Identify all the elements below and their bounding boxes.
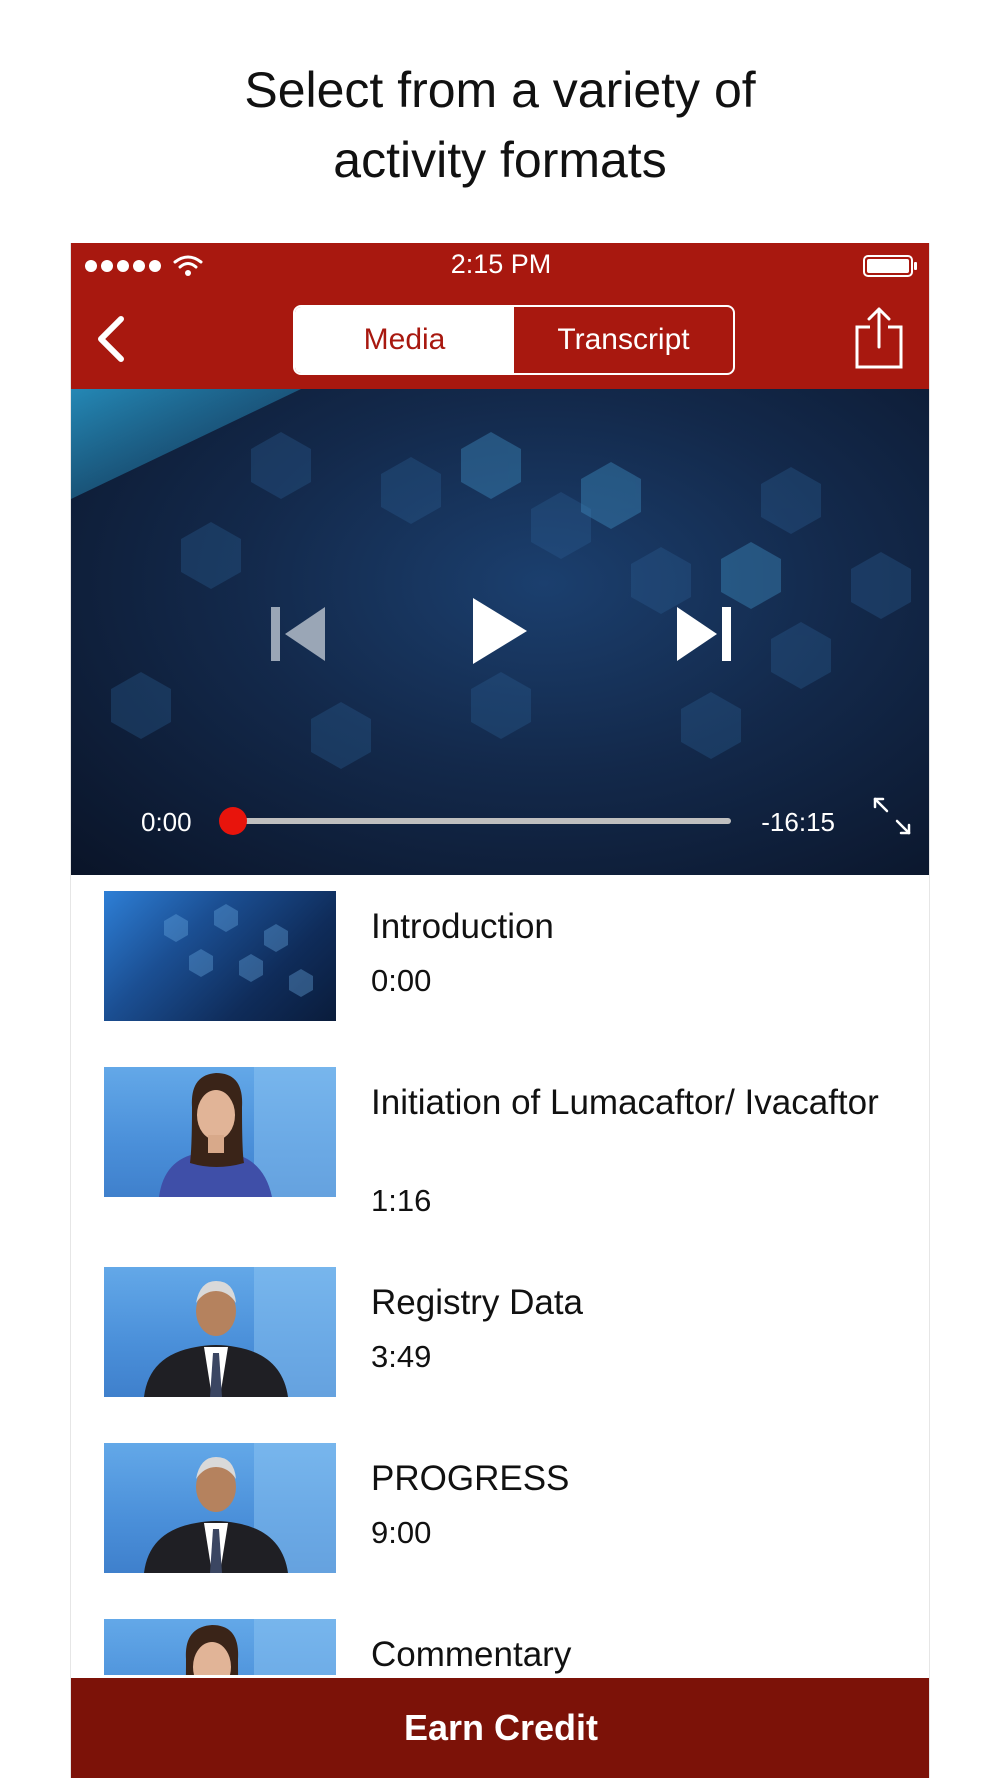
chapter-thumbnail bbox=[104, 1619, 336, 1675]
chevron-left-icon bbox=[98, 316, 124, 362]
status-time: 2:15 PM bbox=[450, 249, 552, 279]
earn-credit-button[interactable]: Earn Credit bbox=[71, 1678, 929, 1778]
nav-bar: Media Transcript bbox=[71, 289, 929, 389]
chapter-thumbnail bbox=[104, 1067, 336, 1197]
skip-back-icon bbox=[271, 607, 325, 661]
headline: Select from a variety of activity format… bbox=[0, 55, 1000, 195]
chapter-title: Introduction bbox=[371, 907, 554, 946]
video-player[interactable]: 0:00 -16:15 bbox=[71, 389, 929, 875]
tab-transcript[interactable]: Transcript bbox=[514, 307, 733, 373]
skip-back-button[interactable] bbox=[267, 603, 329, 665]
fullscreen-button[interactable] bbox=[871, 795, 913, 837]
chapter-time: 0:00 bbox=[371, 963, 432, 998]
chapter-title: Initiation of Lumacaftor/ Ivacaftor bbox=[371, 1083, 879, 1122]
progress-track[interactable] bbox=[219, 807, 731, 835]
chapter-thumbnail bbox=[104, 1443, 336, 1573]
expand-icon bbox=[873, 797, 911, 835]
chapter-time: 1:16 bbox=[371, 1183, 432, 1218]
remaining-time: -16:15 bbox=[761, 807, 835, 837]
share-button[interactable] bbox=[853, 305, 905, 371]
headline-line-1: Select from a variety of bbox=[244, 62, 756, 118]
skip-forward-button[interactable] bbox=[673, 603, 735, 665]
chapter-thumbnail bbox=[104, 1267, 336, 1397]
chapter-time: 9:00 bbox=[371, 1515, 432, 1550]
play-icon bbox=[473, 598, 527, 664]
back-button[interactable] bbox=[85, 311, 145, 367]
phone-screen: 2:15 PM Media Transcript 0:00 -16:15 Int… bbox=[70, 243, 930, 1778]
scrubber-thumb[interactable] bbox=[219, 807, 247, 835]
share-icon bbox=[855, 307, 903, 369]
play-button[interactable] bbox=[469, 594, 531, 668]
current-time: 0:00 bbox=[141, 807, 192, 837]
segmented-control: Media Transcript bbox=[293, 305, 735, 375]
headline-line-2: activity formats bbox=[333, 132, 667, 188]
skip-forward-icon bbox=[677, 607, 731, 661]
chapter-title: Commentary bbox=[371, 1635, 572, 1674]
chapter-title: Registry Data bbox=[371, 1283, 584, 1322]
chapter-time: 3:49 bbox=[371, 1339, 432, 1374]
status-bar: 2:15 PM bbox=[71, 243, 929, 289]
tab-media[interactable]: Media bbox=[295, 307, 514, 373]
chapter-list: Introduction 0:00 Initiation of Lumacaft… bbox=[71, 875, 929, 1675]
chapter-title: PROGRESS bbox=[371, 1459, 570, 1498]
chapter-thumbnail bbox=[104, 891, 336, 1021]
battery-icon bbox=[863, 255, 917, 277]
